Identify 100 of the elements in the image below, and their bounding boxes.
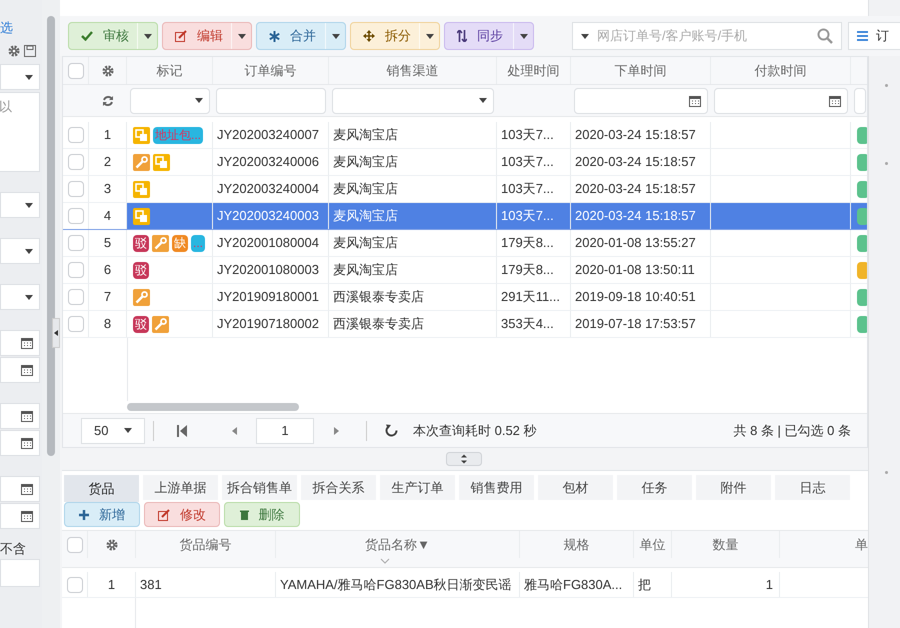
checkbox[interactable]	[68, 208, 84, 224]
wrench-icon	[152, 316, 169, 332]
checkbox[interactable]	[68, 262, 84, 278]
column-header[interactable]: 下单时间	[614, 60, 666, 80]
action-button[interactable]: 新增	[64, 502, 140, 527]
column-header[interactable]: 订单编号	[244, 60, 296, 80]
tab[interactable]: 拆合关系	[301, 475, 376, 500]
checkbox[interactable]	[68, 127, 84, 143]
splitter-handle-icon	[446, 452, 482, 466]
tab[interactable]: 上游单据	[143, 475, 218, 500]
date-field[interactable]	[0, 403, 40, 429]
scrollbar-thumb[interactable]	[127, 403, 299, 411]
calendar-icon	[21, 437, 33, 449]
table-row[interactable]: 2 JY202003240006 麦风淘宝店 103天7... 2020-03-24 15:18:57	[63, 149, 867, 176]
caret-down-icon	[479, 98, 487, 103]
calendar-icon	[21, 337, 33, 349]
collapse-handle[interactable]	[52, 318, 60, 348]
save-icon	[24, 45, 36, 57]
column-header[interactable]: 单	[855, 534, 868, 554]
column-header[interactable]: 数量	[712, 534, 738, 554]
page-size-dropdown[interactable]: 50	[81, 418, 145, 444]
column-header[interactable]: 销售渠道	[386, 60, 438, 80]
table-row[interactable]: 6 驳 JY202001080003 麦风淘宝店 179天8... 2020-01-08 13:50:11	[63, 257, 867, 284]
table-cell-text: 103天7...	[501, 153, 554, 172]
order-tag: 驳	[133, 234, 149, 252]
action-button[interactable]: 删除	[224, 502, 300, 527]
column-header[interactable]: 规格	[564, 534, 590, 554]
row-number: 2	[104, 153, 112, 172]
table-row[interactable]: 5 驳 缺 ... JY202001080004 麦风淘宝店 179天8... 2020-01-08 13:55:27	[63, 230, 867, 257]
calendar-icon	[21, 364, 33, 376]
search-icon	[817, 28, 833, 44]
date-field[interactable]	[0, 503, 40, 529]
input-field[interactable]	[216, 88, 326, 114]
date-field[interactable]	[0, 430, 40, 456]
scrollbar-thumb[interactable]	[47, 16, 55, 456]
action-button[interactable]: 修改	[144, 502, 220, 527]
checkbox[interactable]	[66, 536, 82, 552]
checkbox[interactable]	[66, 576, 82, 592]
dropdown[interactable]	[0, 192, 40, 218]
tab[interactable]: 销售费用	[459, 475, 534, 500]
table-row[interactable]: 1 地址包... JY202003240007 麦风淘宝店 103天7... 2020-03-24 15:18:57	[63, 122, 867, 149]
column-header[interactable]: 货品编号	[180, 534, 232, 554]
caret-down-icon	[581, 34, 589, 38]
column-header[interactable]: 付款时间	[754, 60, 806, 80]
tab[interactable]: 任务	[617, 475, 692, 500]
filter-label: 不含	[0, 540, 26, 558]
input-field[interactable]	[0, 559, 40, 587]
checkbox[interactable]	[68, 316, 84, 332]
caret-down-icon	[426, 34, 434, 38]
tab[interactable]: 日志	[775, 475, 850, 500]
wrench-icon	[152, 234, 169, 252]
checkbox[interactable]	[68, 154, 84, 170]
tab[interactable]: 拆合销售单	[222, 475, 297, 500]
table-cell-text: 353天4...	[501, 315, 554, 334]
date-field[interactable]	[0, 330, 40, 356]
order-tag: 地址包...	[153, 126, 204, 144]
dropdown[interactable]	[0, 238, 40, 264]
column-header[interactable]: 货品名称▼	[365, 534, 430, 554]
row-number: 1	[108, 576, 116, 594]
checkbox[interactable]	[68, 235, 84, 251]
record-count-text: 共 8 条 | 已勾选 0 条	[733, 422, 851, 440]
order-tag: 缺	[172, 234, 188, 252]
table-cell-text: 1	[766, 576, 773, 594]
table-cell-text: JY201907180002	[217, 315, 319, 334]
date-field[interactable]	[714, 88, 848, 114]
split-icon	[133, 180, 150, 198]
table-row[interactable]: 8 驳 JY201907180002 西溪银泰专卖店 353天4... 2019-07-18 17:53:57	[63, 311, 867, 338]
table-row[interactable]: 1 381 YAMAHA/雅马哈FG830AB秋日渐变民谣 雅马哈FG830A... 把 1	[62, 572, 868, 598]
date-field[interactable]	[0, 357, 40, 383]
menu-button[interactable]: 订	[848, 22, 900, 50]
caret-left-icon	[232, 426, 236, 434]
dropdown[interactable]	[130, 88, 210, 114]
checkbox[interactable]	[68, 62, 84, 78]
input-field[interactable]	[854, 88, 866, 114]
table-row[interactable]: 3 JY202003240004 麦风淘宝店 103天7... 2020-03-24 15:18:57	[63, 176, 867, 203]
placeholder-text: 网店订单号/客户账号/手机	[597, 27, 748, 46]
tab[interactable]: 附件	[696, 475, 771, 500]
filter-link[interactable]: 选	[0, 18, 13, 38]
date-field[interactable]	[574, 88, 708, 114]
table-cell-text: JY202001080004	[217, 234, 319, 252]
tab[interactable]: 生产订单	[380, 475, 455, 500]
dropdown[interactable]	[0, 284, 40, 310]
page-number-field[interactable]: 1	[256, 418, 314, 444]
column-header[interactable]: 处理时间	[508, 60, 560, 80]
table-row[interactable]: 4 JY202003240003 麦风淘宝店 103天7... 2020-03-24 15:18:57	[63, 203, 867, 230]
caret-down-icon	[380, 558, 390, 564]
dropdown[interactable]	[332, 88, 494, 114]
checkbox[interactable]	[68, 181, 84, 197]
dropdown[interactable]	[0, 64, 40, 90]
date-field[interactable]	[0, 476, 40, 502]
refresh-button[interactable]	[383, 422, 399, 438]
column-header[interactable]: 标记	[156, 60, 182, 80]
tab[interactable]: 包材	[538, 475, 613, 500]
first-page-button[interactable]	[174, 422, 190, 438]
tab[interactable]: 货品	[64, 475, 139, 502]
column-header[interactable]: 单位	[640, 534, 666, 554]
wrench-icon	[133, 288, 150, 306]
table-row[interactable]: 7 JY201909180001 西溪银泰专卖店 291天11... 2019-09-18 10:40:51	[63, 284, 867, 311]
checkbox[interactable]	[68, 289, 84, 305]
table-cell-text: 2019-07-18 17:53:57	[575, 315, 696, 334]
